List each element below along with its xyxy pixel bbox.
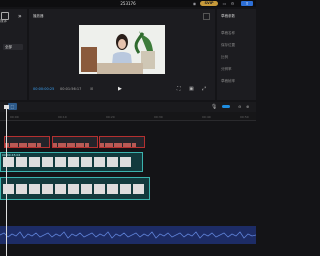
- video-thumbnail: [81, 157, 92, 167]
- video-thumbnail: [42, 157, 53, 167]
- video-thumbnail: [120, 184, 131, 194]
- zoom-in-icon[interactable]: ⊕: [246, 104, 249, 109]
- video-thumbnail: [81, 184, 92, 194]
- text-clip[interactable]: [99, 136, 145, 148]
- ruler-tick: 00:10: [58, 115, 67, 119]
- timeline-mode-icon[interactable]: ⊞: [90, 86, 93, 91]
- aspect-ratio-label: 比例: [221, 55, 228, 59]
- video-thumbnail: [133, 184, 144, 194]
- video-thumbnail: [120, 157, 131, 167]
- player-menu-icon[interactable]: [203, 13, 210, 20]
- text-track[interactable]: [0, 136, 256, 148]
- text-clip-chips: [53, 143, 89, 147]
- total-time: 00:01:56:17: [60, 87, 82, 91]
- playhead[interactable]: [6, 106, 7, 256]
- draft-settings-title: 草稿参数: [221, 14, 235, 18]
- play-button[interactable]: ▶: [118, 86, 122, 92]
- video-thumbnail: [29, 157, 40, 167]
- ruler-tick: 00:50: [240, 115, 249, 119]
- settings-icon[interactable]: ⚙: [230, 1, 235, 6]
- fullscreen-icon[interactable]: ⤢: [202, 86, 206, 92]
- ratio-icon[interactable]: ▣: [189, 86, 194, 92]
- draft-name-label: 草稿名称: [221, 31, 235, 35]
- text-clip[interactable]: [4, 136, 50, 148]
- text-clip-chips: [100, 143, 136, 147]
- select-tool-icon[interactable]: ⬚: [8, 103, 17, 110]
- video-thumbnail: [3, 157, 14, 167]
- export-button[interactable]: ⇪: [241, 1, 253, 6]
- resolution-label: 分辨率: [221, 67, 232, 71]
- media-tab-label[interactable]: 媒体: [0, 19, 12, 24]
- ruler-tick: 00:30: [154, 115, 163, 119]
- mic-icon[interactable]: 🎙: [211, 104, 217, 110]
- video-thumbnail: [55, 184, 66, 194]
- avatar-icon[interactable]: ◉: [192, 1, 197, 6]
- text-clip[interactable]: [52, 136, 98, 148]
- audio-track[interactable]: [0, 226, 257, 244]
- magnet-toggle[interactable]: [222, 105, 230, 108]
- collapse-icon[interactable]: »: [18, 13, 22, 20]
- video-thumbnail: [16, 157, 27, 167]
- timeline-toolbar: [0, 102, 256, 112]
- text-clip-chips: [5, 143, 41, 147]
- video-thumbnail: [55, 157, 66, 167]
- video-thumbnail: [29, 184, 40, 194]
- player-title: 播放器: [33, 14, 44, 18]
- video-track-secondary[interactable]: [0, 177, 150, 200]
- video-track-label: 00:00:45:04: [2, 153, 21, 157]
- ruler-tick: 00:40: [202, 115, 211, 119]
- audio-waveform: [0, 231, 257, 239]
- time-ruler[interactable]: [0, 112, 256, 121]
- layout-icon[interactable]: ▭: [222, 1, 227, 6]
- video-frame-image: [79, 25, 165, 74]
- video-thumbnail: [107, 157, 118, 167]
- zoom-out-icon[interactable]: ⊖: [238, 104, 241, 109]
- fit-icon[interactable]: ⛶: [177, 86, 181, 92]
- vip-badge[interactable]: SVIP: [200, 1, 218, 6]
- video-thumbnail: [94, 157, 105, 167]
- ruler-tick: 00:00: [10, 115, 19, 119]
- video-thumbnail: [42, 184, 53, 194]
- video-thumbnail: [68, 184, 79, 194]
- ruler-tick: 00:20: [106, 115, 115, 119]
- video-thumbnail: [3, 184, 14, 194]
- filter-button[interactable]: 全部: [3, 44, 23, 50]
- video-track-main[interactable]: [0, 152, 143, 172]
- video-preview: [79, 25, 165, 74]
- current-time: 00:00:00:25: [33, 87, 55, 91]
- video-thumbnail: [68, 157, 79, 167]
- video-thumbnail: [107, 184, 118, 194]
- save-location-label: 保存位置: [221, 43, 235, 47]
- video-thumbnail: [94, 184, 105, 194]
- frame-rate-label: 草稿帧率: [221, 79, 235, 83]
- video-thumbnail: [16, 184, 27, 194]
